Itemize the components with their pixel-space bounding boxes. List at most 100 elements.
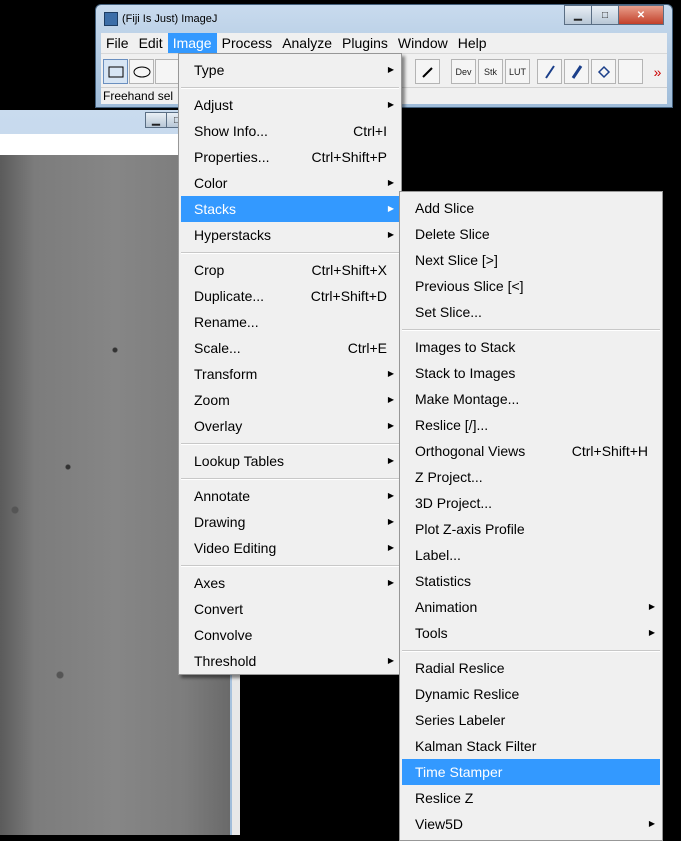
image-menu-item-hyperstacks[interactable]: Hyperstacks ▶ [181, 222, 399, 248]
menu-separator [181, 442, 399, 445]
menu-analyze[interactable]: Analyze [277, 33, 337, 53]
minimize-icon[interactable]: ▁ [145, 112, 167, 128]
lut-tool-label: LUT [508, 66, 526, 77]
image-menu-item-type[interactable]: Type ▶ [181, 57, 399, 83]
submenu-arrow-icon: ▶ [387, 100, 394, 109]
image-menu-item-crop[interactable]: Crop Ctrl+Shift+X [181, 257, 399, 283]
submenu-arrow-icon: ▶ [387, 395, 394, 404]
menu-process[interactable]: Process [217, 33, 278, 53]
image-menu-item-lookup-tables[interactable]: Lookup Tables ▶ [181, 448, 399, 474]
menu-item-label: Transform [194, 366, 258, 382]
stacks-menu-item-tools[interactable]: Tools ▶ [402, 620, 660, 646]
menu-plugins[interactable]: Plugins [337, 33, 393, 53]
dev-tool-button[interactable]: Dev [451, 59, 476, 84]
image-menu-item-rename[interactable]: Rename... [181, 309, 399, 335]
image-menu-item-convolve[interactable]: Convolve [181, 622, 399, 648]
image-menu-item-transform[interactable]: Transform ▶ [181, 361, 399, 387]
stacks-menu-item-images-to-stack[interactable]: Images to Stack [402, 334, 660, 360]
menu-item-label: Video Editing [194, 540, 277, 556]
submenu-arrow-icon: ▶ [387, 421, 394, 430]
menu-item-label: Animation [415, 599, 478, 615]
image-menu-item-adjust[interactable]: Adjust ▶ [181, 92, 399, 118]
image-menu-item-stacks[interactable]: Stacks ▶ [181, 196, 399, 222]
minimize-icon[interactable]: ▁ [564, 5, 592, 25]
stacks-menu-item-stack-to-images[interactable]: Stack to Images [402, 360, 660, 386]
menu-item-label: Rename... [194, 314, 259, 330]
image-menu-item-color[interactable]: Color ▶ [181, 170, 399, 196]
menu-file[interactable]: File [101, 33, 134, 53]
submenu-arrow-icon: ▶ [387, 656, 394, 665]
image-menu-item-properties[interactable]: Properties... Ctrl+Shift+P [181, 144, 399, 170]
rectangle-tool-icon[interactable] [103, 59, 128, 84]
dev-tool-label: Dev [455, 66, 472, 77]
menu-item-label: Dynamic Reslice [415, 686, 520, 702]
submenu-arrow-icon: ▶ [387, 230, 394, 239]
stacks-menu-item-radial-reslice[interactable]: Radial Reslice [402, 655, 660, 681]
submenu-arrow-icon: ▶ [648, 602, 655, 611]
image-menu-item-video-editing[interactable]: Video Editing ▶ [181, 535, 399, 561]
lut-tool-button[interactable]: LUT [505, 59, 530, 84]
image-menu-item-duplicate[interactable]: Duplicate... Ctrl+Shift+D [181, 283, 399, 309]
stacks-menu-item-series-labeler[interactable]: Series Labeler [402, 707, 660, 733]
image-menu-item-zoom[interactable]: Zoom ▶ [181, 387, 399, 413]
image-menu-item-overlay[interactable]: Overlay ▶ [181, 413, 399, 439]
menu-item-label: Hyperstacks [194, 227, 272, 243]
menu-image[interactable]: Image [167, 33, 217, 53]
submenu-arrow-icon: ▶ [387, 456, 394, 465]
image-menu-item-threshold[interactable]: Threshold ▶ [181, 648, 399, 674]
menu-item-label: Label... [415, 547, 461, 563]
stacks-menu-item-plot-z-axis-profile[interactable]: Plot Z-axis Profile [402, 516, 660, 542]
menu-help[interactable]: Help [453, 33, 492, 53]
stacks-menu-item-add-slice[interactable]: Add Slice [402, 195, 660, 221]
stk-tool-button[interactable]: Stk [478, 59, 503, 84]
image-menu-item-show-info[interactable]: Show Info... Ctrl+I [181, 118, 399, 144]
stacks-menu-item-statistics[interactable]: Statistics [402, 568, 660, 594]
stacks-menu-item-previous-slice[interactable]: Previous Slice [<] [402, 273, 660, 299]
stacks-menu-item-view5d[interactable]: View5D ▶ [402, 811, 660, 837]
stacks-menu-item-orthogonal-views[interactable]: Orthogonal Views Ctrl+Shift+H [402, 438, 660, 464]
stacks-menu-item-3d-project[interactable]: 3D Project... [402, 490, 660, 516]
stacks-menu-item-make-montage[interactable]: Make Montage... [402, 386, 660, 412]
stacks-menu-item-set-slice[interactable]: Set Slice... [402, 299, 660, 325]
image-menu-dropdown: Type ▶ Adjust ▶ Show Info... Ctrl+I Properties… [178, 53, 402, 675]
stacks-menu-item-label[interactable]: Label... [402, 542, 660, 568]
more-tools-icon[interactable]: » [645, 59, 670, 84]
menu-item-label: Adjust [194, 97, 233, 113]
stacks-menu-item-animation[interactable]: Animation ▶ [402, 594, 660, 620]
image-menu-item-drawing[interactable]: Drawing ▶ [181, 509, 399, 535]
menu-item-shortcut: Ctrl+E [347, 340, 387, 356]
empty-tool-slot[interactable] [618, 59, 643, 84]
pencil-icon[interactable] [537, 59, 562, 84]
menu-edit[interactable]: Edit [134, 33, 168, 53]
menu-window[interactable]: Window [393, 33, 453, 53]
menu-item-label: Add Slice [415, 200, 475, 216]
stacks-menu-item-z-project[interactable]: Z Project... [402, 464, 660, 490]
stacks-menu-item-time-stamper[interactable]: Time Stamper [402, 759, 660, 785]
submenu-arrow-icon: ▶ [387, 491, 394, 500]
menu-item-label: Show Info... [194, 123, 268, 139]
flood-fill-icon[interactable] [591, 59, 616, 84]
stacks-menu-item-dynamic-reslice[interactable]: Dynamic Reslice [402, 681, 660, 707]
menu-item-label: Kalman Stack Filter [415, 738, 537, 754]
stacks-menu-item-kalman-stack-filter[interactable]: Kalman Stack Filter [402, 733, 660, 759]
image-menu-item-axes[interactable]: Axes ▶ [181, 570, 399, 596]
image-menu-item-convert[interactable]: Convert [181, 596, 399, 622]
color-picker-icon[interactable] [415, 59, 440, 84]
submenu-arrow-icon: ▶ [387, 369, 394, 378]
image-menu-item-scale[interactable]: Scale... Ctrl+E [181, 335, 399, 361]
stacks-menu-item-reslice[interactable]: Reslice [/]... [402, 412, 660, 438]
polygon-tool-icon[interactable] [155, 59, 180, 84]
menu-item-label: Convert [194, 601, 244, 617]
close-icon[interactable]: ✕ [618, 5, 664, 25]
stacks-menu-item-delete-slice[interactable]: Delete Slice [402, 221, 660, 247]
brush-icon[interactable] [564, 59, 589, 84]
maximize-icon[interactable]: □ [591, 5, 619, 25]
menu-separator [181, 564, 399, 567]
stacks-menu-item-reslice-z[interactable]: Reslice Z [402, 785, 660, 811]
oval-tool-icon[interactable] [129, 59, 154, 84]
menu-item-label: Previous Slice [<] [415, 278, 524, 294]
stacks-menu-item-next-slice[interactable]: Next Slice [>] [402, 247, 660, 273]
image-menu-item-annotate[interactable]: Annotate ▶ [181, 483, 399, 509]
menu-item-label: Delete Slice [415, 226, 490, 242]
menu-item-label: Z Project... [415, 469, 483, 485]
